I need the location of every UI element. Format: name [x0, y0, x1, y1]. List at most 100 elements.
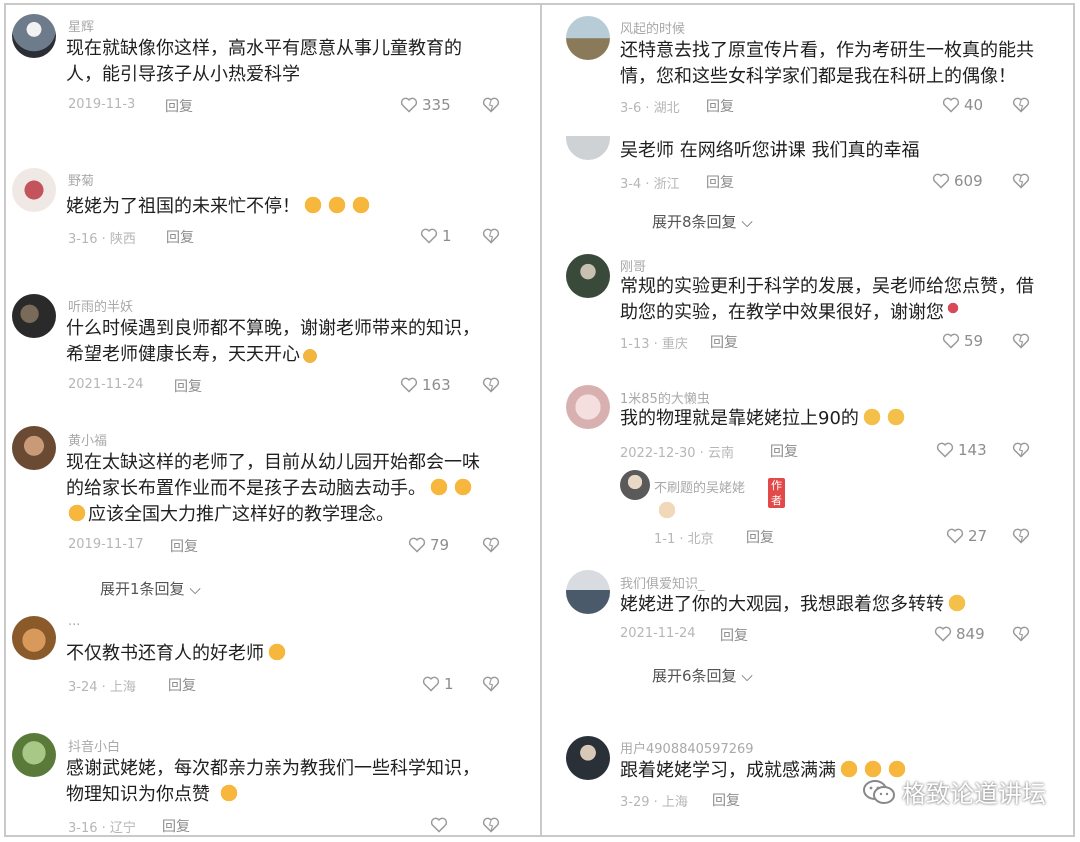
comment-date: 2021-11-24	[620, 626, 696, 641]
reply-button[interactable]: 回复	[706, 96, 734, 116]
dislike-icon[interactable]	[482, 537, 500, 553]
reply-button[interactable]: 回复	[712, 790, 740, 810]
thumbs-up-icon	[838, 759, 860, 779]
heart-icon[interactable]	[420, 228, 438, 244]
dislike-icon[interactable]	[482, 228, 500, 244]
dislike-icon[interactable]	[1012, 442, 1030, 458]
thumbs-up-icon	[302, 195, 324, 215]
thumbs-up-icon	[66, 503, 88, 523]
reply-button[interactable]: 回复	[165, 96, 193, 116]
comment-text: 还特意去找了原宣传片看，作为考研生一枚真的能共	[620, 40, 1034, 61]
expand-replies-button[interactable]: 展开1条回复 ⌵	[100, 578, 201, 599]
avatar[interactable]	[566, 16, 610, 60]
username[interactable]: 星辉	[68, 16, 94, 35]
watermark: 格致论道讲坛	[862, 774, 1046, 809]
avatar[interactable]	[12, 14, 56, 58]
comment-text: 现在就缺像你这样，高水平有愿意从事儿童教育的	[66, 38, 462, 59]
username[interactable]: 听雨的半妖	[68, 296, 133, 315]
reply-button[interactable]: 回复	[770, 441, 798, 461]
dislike-icon[interactable]	[482, 676, 500, 692]
comment-date: 3-29 · 上海	[620, 795, 688, 810]
reply-button[interactable]: 回复	[162, 816, 190, 836]
heart-icon[interactable]	[400, 97, 418, 113]
reply-button[interactable]: 回复	[166, 227, 194, 247]
username[interactable]: ···	[68, 618, 80, 633]
heart-icon[interactable]	[408, 537, 426, 553]
heart-icon[interactable]	[946, 528, 964, 544]
username[interactable]: 不刷题的吴姥姥	[654, 477, 745, 496]
dislike-icon[interactable]	[1012, 97, 1030, 113]
avatar[interactable]	[566, 736, 610, 780]
heart-icon[interactable]	[936, 442, 954, 458]
heart-icon[interactable]	[430, 817, 448, 833]
reply-button[interactable]: 回复	[168, 675, 196, 695]
thumbs-up-icon	[326, 195, 348, 215]
comment-date: 1-13 · 重庆	[620, 337, 688, 352]
avatar[interactable]	[12, 294, 56, 338]
dislike-icon[interactable]	[1012, 528, 1030, 544]
avatar[interactable]	[12, 168, 56, 212]
comment-text: 我的物理就是靠姥姥拉上90的	[620, 406, 907, 432]
avatar[interactable]	[566, 570, 610, 614]
heart-icon[interactable]	[932, 173, 950, 189]
comment-date: 3-16 · 陕西	[68, 232, 136, 247]
comment-text: 常规的实验更利于科学的发展，吴老师给您点赞，借	[620, 276, 1034, 297]
expand-replies-button[interactable]: 展开6条回复 ⌵	[652, 665, 753, 686]
comment-date: 2022-12-30 · 云南	[620, 446, 734, 461]
heart-icon[interactable]	[422, 676, 440, 692]
grinning-face-icon	[946, 593, 968, 613]
dislike-icon[interactable]	[482, 97, 500, 113]
avatar[interactable]	[566, 254, 610, 298]
avatar[interactable]	[12, 426, 56, 470]
reply-button[interactable]: 回复	[706, 172, 734, 192]
like-count: 849	[956, 625, 985, 643]
dislike-icon[interactable]	[482, 377, 500, 393]
expand-replies-button[interactable]: 展开8条回复 ⌵	[652, 211, 753, 232]
comment-text: 助您的实验，在教学中效果很好，谢谢您	[620, 300, 960, 326]
thumbs-up-icon	[266, 642, 288, 662]
username[interactable]: 野菊	[68, 170, 94, 189]
like-count: 59	[964, 332, 984, 350]
heart-icon[interactable]	[942, 97, 960, 113]
comment-date: 3-6 · 湖北	[620, 101, 680, 116]
avatar[interactable]	[12, 616, 56, 660]
comment-text: 应该全国大力推广这样好的教学理念。	[66, 502, 394, 528]
avatar[interactable]	[12, 733, 56, 777]
comment-text: 姥姥为了祖国的未来忙不停！	[66, 194, 372, 220]
username[interactable]: 用户4908840597269	[620, 738, 754, 757]
comment-text: 吴老师 在网络听您讲课 我们真的幸福	[620, 140, 920, 161]
reply-button[interactable]: 回复	[710, 332, 738, 352]
dislike-icon[interactable]	[1012, 173, 1030, 189]
dislike-icon[interactable]	[1012, 333, 1030, 349]
comment-text: 感谢武姥姥，每次都亲力亲为教我们一些科学知识，	[66, 758, 480, 779]
username[interactable]: 黄小福	[68, 430, 107, 449]
username[interactable]: 1米85的大懒虫	[620, 388, 710, 407]
reply-button[interactable]: 回复	[170, 536, 198, 556]
comment-text: 物理知识为你点赞	[66, 782, 240, 808]
comment-text: 现在太缺这样的老师了，目前从幼儿园开始都会一味	[66, 452, 480, 473]
thumbs-up-icon	[428, 477, 450, 497]
reply-button[interactable]: 回复	[174, 376, 202, 396]
heart-icon[interactable]	[400, 377, 418, 393]
reply-button[interactable]: 回复	[720, 625, 748, 645]
like-count: 40	[964, 96, 984, 114]
username[interactable]: 我们俱爱知识_	[620, 573, 705, 592]
heart-icon[interactable]	[934, 626, 952, 642]
comment-date: 2019-11-17	[68, 537, 144, 552]
heart-icon[interactable]	[942, 333, 960, 349]
medal-icon	[302, 343, 318, 363]
comment-text: 姥姥进了你的大观园，我想跟着您多转转	[620, 592, 968, 618]
like-count: 609	[954, 172, 983, 190]
username[interactable]: 风起的时候	[620, 18, 685, 37]
avatar[interactable]	[620, 470, 650, 500]
username[interactable]: 刚哥	[620, 256, 646, 275]
reply-button[interactable]: 回复	[746, 527, 774, 547]
comment-date: 3-4 · 浙江	[620, 177, 680, 192]
comment-text: 不仅教书还育人的好老师	[66, 641, 288, 667]
like-count: 163	[422, 376, 451, 394]
comment-date: 2019-11-3	[68, 97, 136, 112]
dislike-icon[interactable]	[1012, 626, 1030, 642]
dislike-icon[interactable]	[482, 817, 500, 833]
avatar[interactable]	[566, 385, 610, 429]
username[interactable]: 抖音小白	[68, 736, 120, 755]
